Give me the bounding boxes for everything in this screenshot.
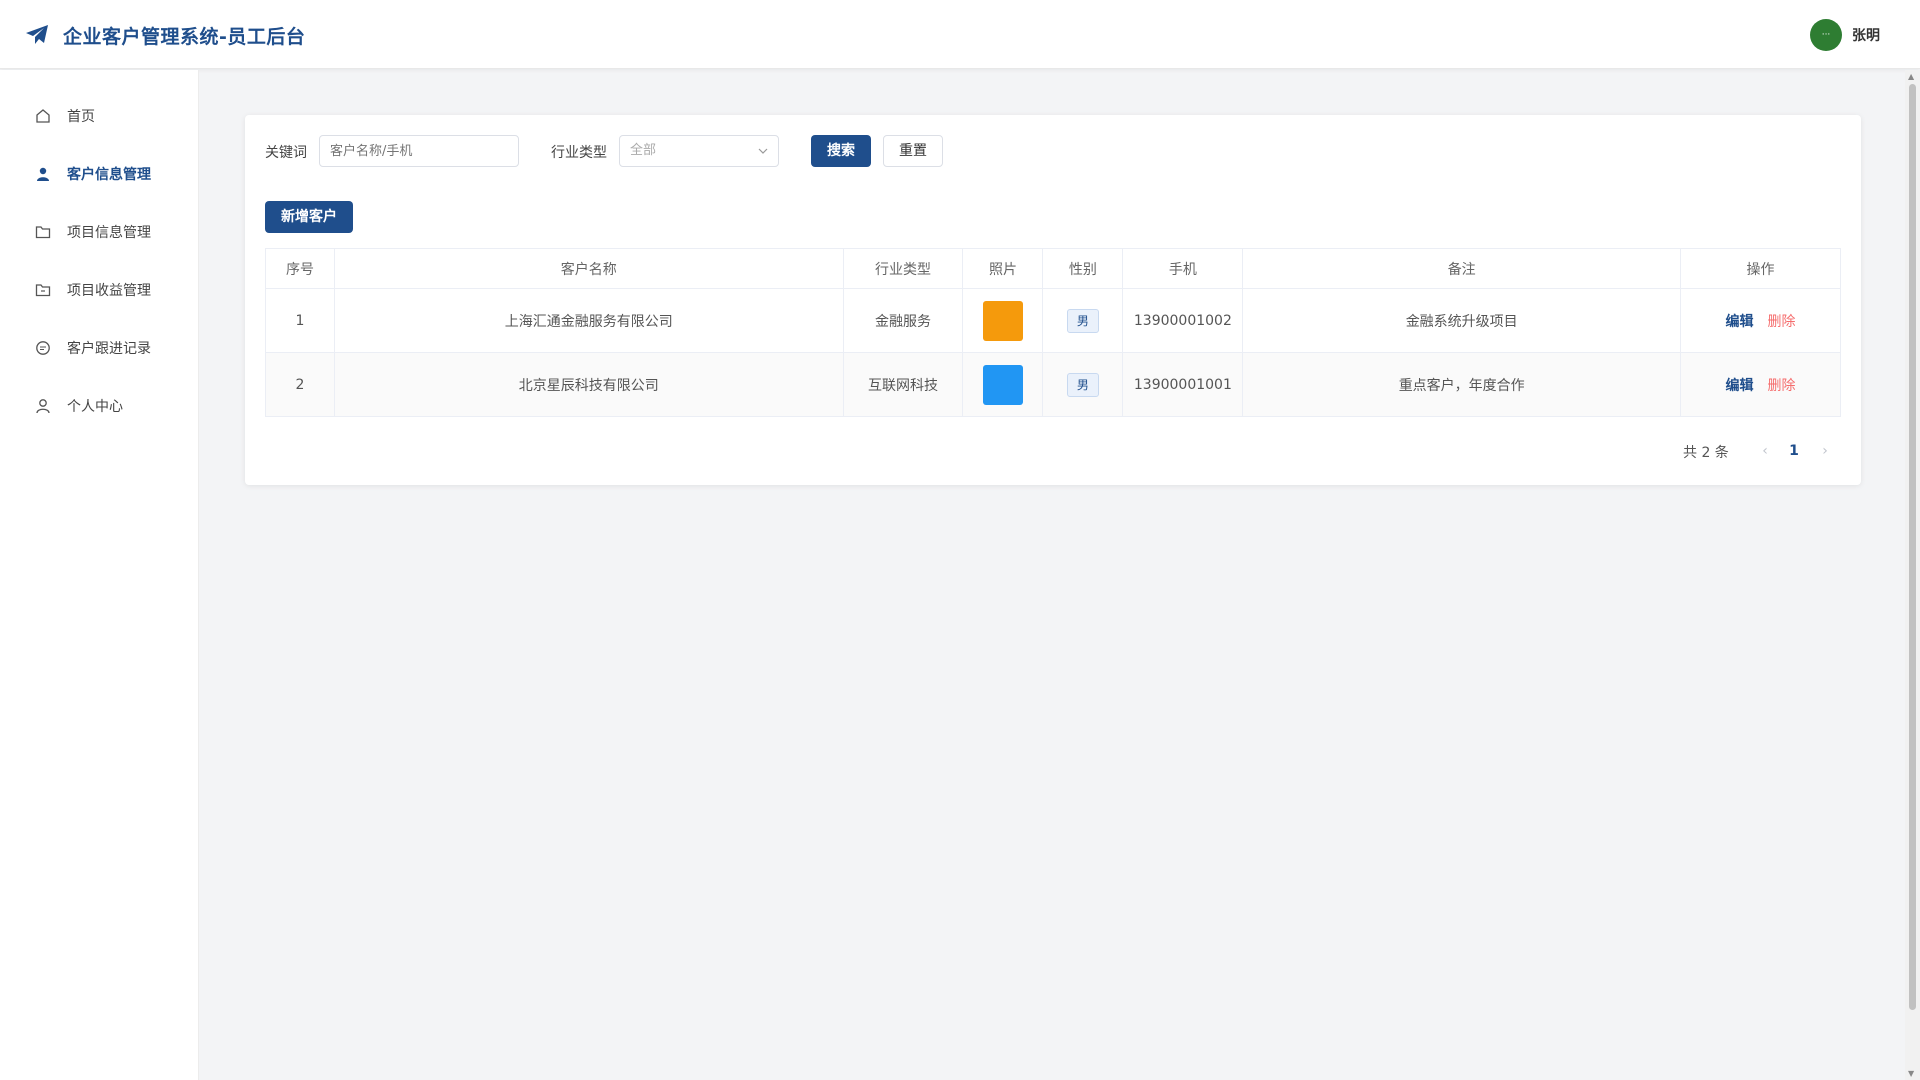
column-header: 性别 bbox=[1042, 248, 1124, 289]
sidebar-item-label: 首页 bbox=[67, 109, 95, 125]
column-header: 客户名称 bbox=[333, 248, 844, 289]
actions-cell: 编辑 删除 bbox=[1680, 352, 1841, 417]
industry-select-value: 全部 bbox=[630, 143, 657, 158]
edit-button[interactable]: 编辑 bbox=[1726, 314, 1754, 330]
top-header: 企业客户管理系统-员工后台 ··· 张明 bbox=[0, 0, 1920, 69]
sidebar: 首页 客户信息管理 项目信息管理 项目收益管理 客户跟进记录 个人中心 bbox=[0, 70, 199, 1080]
reset-button[interactable]: 重置 bbox=[883, 135, 943, 167]
keyword-input[interactable] bbox=[319, 135, 519, 167]
customer-list-card: 关键词 行业类型 全部 搜索 重置 新增客户 序号 客户名称 行业类型 照片 性… bbox=[245, 115, 1861, 485]
column-header: 操作 bbox=[1680, 248, 1841, 289]
customer-name: 北京星辰科技有限公司 bbox=[333, 352, 844, 417]
row-index: 1 bbox=[265, 288, 335, 353]
gender-tag: 男 bbox=[1066, 372, 1099, 397]
gender-cell: 男 bbox=[1042, 352, 1124, 417]
actions-cell: 编辑 删除 bbox=[1680, 288, 1841, 353]
chat-icon bbox=[34, 339, 52, 357]
industry-select[interactable]: 全部 bbox=[619, 135, 779, 167]
home-icon bbox=[34, 107, 52, 125]
sidebar-item-customers[interactable]: 客户信息管理 bbox=[0, 154, 199, 194]
table-row: 2 北京星辰科技有限公司 互联网科技 男 13900001001 重点客户，年度… bbox=[265, 352, 1841, 417]
pagination-page-1[interactable]: 1 bbox=[1782, 441, 1806, 461]
scroll-down-icon[interactable]: ▼ bbox=[1908, 1069, 1914, 1078]
industry-cell: 金融服务 bbox=[842, 288, 964, 353]
scroll-thumb[interactable] bbox=[1909, 84, 1916, 1010]
customer-photo[interactable] bbox=[982, 300, 1023, 341]
user-name[interactable]: 张明 bbox=[1852, 25, 1880, 45]
note-cell: 重点客户，年度合作 bbox=[1242, 352, 1682, 417]
phone-cell: 13900001002 bbox=[1122, 288, 1244, 353]
chevron-right-icon[interactable]: › bbox=[1815, 441, 1835, 461]
sidebar-item-label: 个人中心 bbox=[67, 399, 123, 415]
app-title: 企业客户管理系统-员工后台 bbox=[63, 26, 306, 48]
column-header: 备注 bbox=[1242, 248, 1682, 289]
keyword-label: 关键词 bbox=[265, 145, 307, 161]
delete-button[interactable]: 删除 bbox=[1768, 314, 1796, 330]
sidebar-item-label: 客户跟进记录 bbox=[67, 341, 151, 357]
customer-name: 上海汇通金融服务有限公司 bbox=[333, 288, 844, 353]
gender-cell: 男 bbox=[1042, 288, 1124, 353]
sidebar-item-label: 项目收益管理 bbox=[67, 283, 151, 299]
table-row: 1 上海汇通金融服务有限公司 金融服务 男 13900001002 金融系统升级… bbox=[265, 288, 1841, 353]
delete-button[interactable]: 删除 bbox=[1768, 378, 1796, 394]
user-icon bbox=[34, 165, 52, 183]
photo-cell bbox=[962, 288, 1044, 353]
sidebar-item-label: 客户信息管理 bbox=[67, 167, 151, 183]
row-index: 2 bbox=[265, 352, 335, 417]
sidebar-item-label: 项目信息管理 bbox=[67, 225, 151, 241]
column-header: 手机 bbox=[1122, 248, 1244, 289]
chevron-down-icon bbox=[758, 148, 768, 154]
industry-label: 行业类型 bbox=[551, 145, 607, 161]
customer-table: 序号 客户名称 行业类型 照片 性别 手机 备注 操作 1 上海汇通金融服务有限… bbox=[265, 248, 1841, 417]
folder-icon bbox=[34, 223, 52, 241]
page-scrollbar[interactable]: ▲ ▼ bbox=[1905, 70, 1920, 1080]
table-header-row: 序号 客户名称 行业类型 照片 性别 手机 备注 操作 bbox=[265, 248, 1841, 289]
industry-cell: 互联网科技 bbox=[842, 352, 964, 417]
column-header: 序号 bbox=[265, 248, 335, 289]
sidebar-item-revenue[interactable]: 项目收益管理 bbox=[0, 270, 199, 310]
gender-tag: 男 bbox=[1066, 308, 1099, 333]
person-icon bbox=[34, 397, 52, 415]
customer-photo[interactable] bbox=[982, 364, 1023, 405]
sidebar-item-home[interactable]: 首页 bbox=[0, 96, 199, 136]
search-button[interactable]: 搜索 bbox=[811, 135, 871, 167]
avatar[interactable]: ··· bbox=[1810, 19, 1842, 51]
add-customer-button[interactable]: 新增客户 bbox=[265, 201, 353, 233]
phone-cell: 13900001001 bbox=[1122, 352, 1244, 417]
folder-money-icon bbox=[34, 281, 52, 299]
scroll-up-icon[interactable]: ▲ bbox=[1908, 72, 1914, 81]
pagination-total: 共 2 条 bbox=[1683, 445, 1729, 461]
sidebar-item-projects[interactable]: 项目信息管理 bbox=[0, 212, 199, 252]
column-header: 行业类型 bbox=[842, 248, 964, 289]
sidebar-item-followups[interactable]: 客户跟进记录 bbox=[0, 328, 199, 368]
chevron-left-icon[interactable]: ‹ bbox=[1755, 441, 1775, 461]
column-header: 照片 bbox=[962, 248, 1044, 289]
paper-plane-icon bbox=[26, 25, 48, 44]
edit-button[interactable]: 编辑 bbox=[1726, 378, 1754, 394]
photo-cell bbox=[962, 352, 1044, 417]
note-cell: 金融系统升级项目 bbox=[1242, 288, 1682, 353]
sidebar-item-profile[interactable]: 个人中心 bbox=[0, 386, 199, 426]
